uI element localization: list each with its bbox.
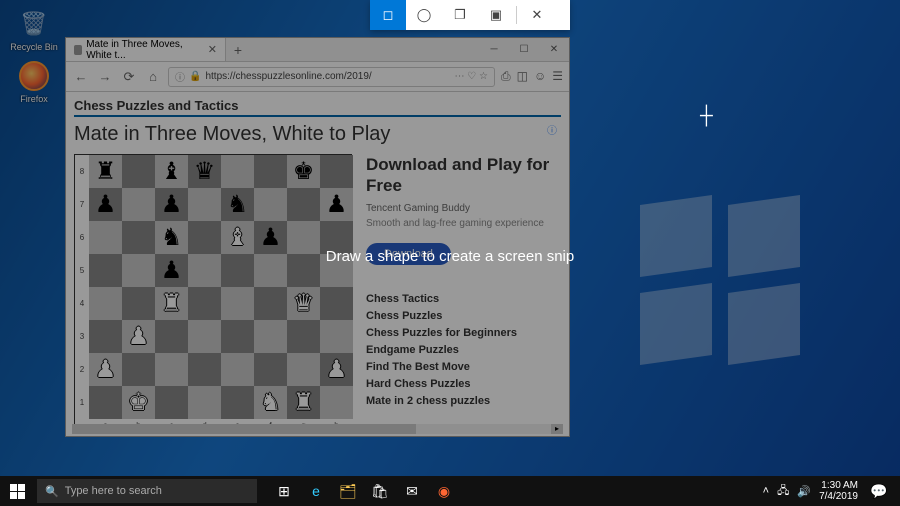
file-explorer-icon[interactable]: 🗂 (332, 483, 364, 500)
taskbar: 🔍 Type here to search ⊞ e 🗂 🛍 ✉ ◉ ˄ 🖧 🔊 … (0, 476, 900, 506)
taskbar-pinned: ⊞ e 🗂 🛍 ✉ ◉ (268, 483, 460, 500)
mail-icon[interactable]: ✉ (396, 483, 428, 500)
window-snip-icon[interactable]: ❐ (442, 0, 478, 30)
crosshair-cursor-icon: ┼ (700, 105, 713, 126)
clock-time: 1:30 AM (819, 480, 858, 491)
action-center-icon[interactable]: 💬 (866, 483, 892, 500)
edge-icon[interactable]: e (300, 483, 332, 499)
store-icon[interactable]: 🛍 (364, 483, 396, 500)
tray-chevron-icon[interactable]: ˄ (763, 485, 769, 497)
search-icon: 🔍 (45, 485, 59, 498)
network-icon[interactable]: 🖧 (777, 482, 789, 501)
taskbar-clock[interactable]: 1:30 AM 7/4/2019 (819, 480, 858, 502)
separator (516, 6, 517, 24)
freeform-snip-icon[interactable]: ◯ (406, 0, 442, 30)
rectangular-snip-icon[interactable]: ◻ (370, 0, 406, 30)
snip-toolbar: ◻ ◯ ❐ ▣ ✕ (370, 0, 570, 30)
clock-date: 7/4/2019 (819, 491, 858, 502)
search-placeholder: Type here to search (65, 485, 162, 497)
snip-hint-text: Draw a shape to create a screen snip (0, 248, 900, 265)
volume-icon[interactable]: 🔊 (797, 485, 811, 498)
taskbar-search[interactable]: 🔍 Type here to search (37, 479, 257, 503)
firefox-taskbar-icon[interactable]: ◉ (428, 483, 460, 500)
close-snip-icon[interactable]: ✕ (519, 0, 555, 30)
system-tray: ˄ 🖧 🔊 1:30 AM 7/4/2019 💬 (763, 480, 900, 502)
start-button[interactable] (0, 476, 34, 506)
task-view-icon[interactable]: ⊞ (268, 483, 300, 500)
windows-start-icon (10, 484, 25, 499)
fullscreen-snip-icon[interactable]: ▣ (478, 0, 514, 30)
